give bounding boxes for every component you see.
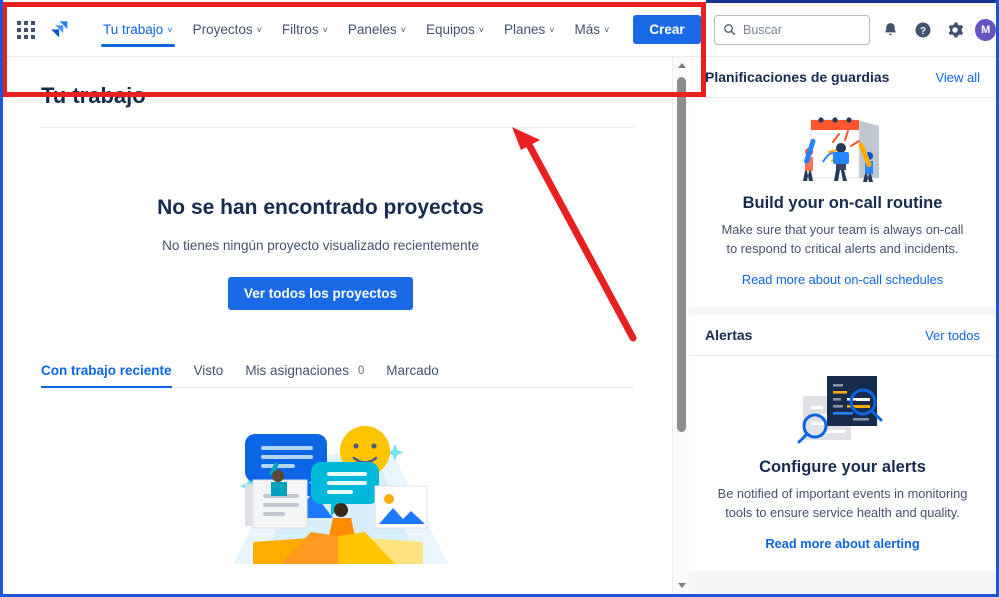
empty-work-illustration [3,388,672,564]
nav-item-equipos[interactable]: Equipos ˅ [416,3,494,56]
app-window: Tu trabajo ˅ Proyectos ˅ Filtros ˅ Panel… [0,0,999,597]
nav-item-label: Proyectos [193,9,253,50]
nav-item-label: Filtros [282,9,319,50]
search-input[interactable]: Buscar [714,15,870,45]
right-sidebar: Planificaciones de guardias View all [689,57,996,594]
nav-item-mas[interactable]: Más ˅ [565,3,620,56]
tab-badge-count: 0 [358,365,364,377]
chevron-down-icon: ˅ [257,10,262,51]
card-body: Build your on-call routine Make sure tha… [689,98,996,307]
card-on-call-schedules: Planificaciones de guardias View all [689,57,996,307]
avatar[interactable]: M [975,19,996,41]
page-title: Tu trabajo [3,57,672,109]
chevron-down-icon: ˅ [401,10,406,51]
card-body: Configure your alerts Be notified of imp… [689,356,996,571]
tab-label: Marcado [386,363,439,378]
nav-item-proyectos[interactable]: Proyectos ˅ [183,3,272,56]
tab-con-trabajo-reciente[interactable]: Con trabajo reciente [41,363,172,387]
card-description: Be notified of important events in monit… [715,485,970,522]
search-placeholder: Buscar [743,23,782,37]
nav-item-paneles[interactable]: Paneles ˅ [338,3,416,56]
tab-mis-asignaciones[interactable]: Mis asignaciones 0 [245,363,364,387]
work-tabs: Con trabajo reciente Visto Mis asignacio… [41,363,634,388]
card-view-all-link[interactable]: View all [935,70,980,85]
nav-item-label: Tu trabajo [103,9,163,50]
chevron-down-icon: ˅ [323,10,328,51]
nav-item-label: Más [575,9,601,50]
card-heading: Configure your alerts [715,458,970,477]
card-cta-link[interactable]: Read more about alerting [765,536,919,551]
header-utility-bar: Buscar ? M [706,3,996,56]
empty-state-heading: No se han encontrado proyectos [3,196,638,220]
tab-marcado[interactable]: Marcado [386,363,439,387]
card-description: Make sure that your team is always on-ca… [715,221,970,258]
scrollbar-down-arrow-icon[interactable] [673,577,690,594]
tab-label: Con trabajo reciente [41,363,172,378]
nav-item-label: Paneles [348,9,397,50]
tab-visto[interactable]: Visto [194,363,224,387]
card-view-all-link[interactable]: Ver todos [925,328,980,343]
card-cta-link[interactable]: Read more about on-call schedules [742,272,943,287]
empty-state: No se han encontrado proyectos No tienes… [3,128,672,310]
main-content: Tu trabajo No se han encontrado proyecto… [3,57,672,594]
tab-label: Mis asignaciones [245,363,349,378]
svg-text:?: ? [920,25,926,36]
nav-item-label: Equipos [426,9,475,50]
card-alerts: Alertas Ver todos [689,315,996,571]
search-icon [723,23,736,36]
scrollbar-up-arrow-icon[interactable] [673,57,690,74]
chevron-down-icon: ˅ [604,10,609,51]
top-navigation-bar: Tu trabajo ˅ Proyectos ˅ Filtros ˅ Panel… [3,3,706,56]
card-title: Alertas [705,327,752,343]
window-top-border [706,0,999,3]
window-left-border [0,0,3,597]
card-title: Planificaciones de guardias [705,69,889,85]
chevron-down-icon: ˅ [167,10,172,51]
app-switcher-icon[interactable] [17,21,35,39]
chevron-down-icon: ˅ [549,10,554,51]
help-icon[interactable]: ? [911,17,935,43]
notifications-bell-icon[interactable] [878,17,902,43]
gear-icon[interactable] [943,17,967,43]
tab-label: Visto [194,363,224,378]
card-heading: Build your on-call routine [715,194,970,213]
scrollbar-thumb[interactable] [677,77,686,432]
nav-item-tu-trabajo[interactable]: Tu trabajo ˅ [93,3,183,56]
nav-item-planes[interactable]: Planes ˅ [494,3,565,56]
code-magnifier-icon [715,370,970,448]
jira-logo-icon[interactable] [49,19,71,41]
chevron-down-icon: ˅ [479,10,484,51]
create-button[interactable]: Crear [633,15,700,44]
calendar-people-icon [715,112,970,184]
main-scrollbar[interactable] [672,57,689,594]
card-header: Planificaciones de guardias View all [689,57,996,98]
empty-state-subtext: No tienes ningún proyecto visualizado re… [3,238,638,253]
view-all-projects-button[interactable]: Ver todos los proyectos [228,277,413,310]
nav-item-filtros[interactable]: Filtros ˅ [272,3,338,56]
card-header: Alertas Ver todos [689,315,996,356]
nav-item-label: Planes [504,9,545,50]
